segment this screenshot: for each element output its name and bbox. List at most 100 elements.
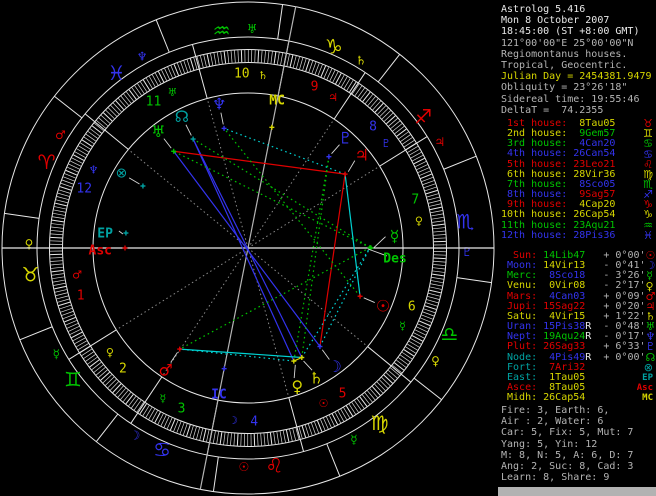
degree-tick — [52, 276, 65, 280]
degree-tick — [345, 405, 354, 417]
header-line: 121°00'00"E 25°00'00"N — [501, 37, 634, 49]
planet-icon: ⊗ — [643, 360, 653, 374]
degree-tick — [362, 394, 370, 405]
degree-tick — [89, 359, 100, 368]
degree-tick — [311, 61, 317, 74]
degree-tick — [87, 356, 98, 365]
sign-ruler-icon: ♃ — [434, 135, 445, 149]
degree-tick — [118, 98, 127, 108]
degree-tick — [432, 267, 445, 270]
header-line: Mon 8 October 2007 — [501, 15, 610, 27]
wheel-planet-icon-neptune: ♆ — [212, 94, 226, 113]
degree-tick — [123, 93, 132, 104]
wheel-planet-icon-saturn: ♄ — [309, 369, 323, 388]
degree-tick — [424, 186, 437, 192]
degree-tick — [430, 210, 443, 214]
sign-glyph-leo: ♌ — [265, 453, 283, 477]
degree-tick — [260, 50, 263, 63]
degree-tick — [432, 273, 445, 277]
degree-tick — [98, 369, 108, 378]
planet-pointer-line — [220, 112, 224, 125]
degree-tick — [100, 115, 111, 124]
bottom-scrollbar[interactable] — [498, 487, 656, 496]
degree-tick — [134, 85, 142, 96]
degree-tick — [56, 295, 69, 300]
degree-tick — [180, 61, 185, 74]
degree-tick — [131, 398, 139, 409]
sign-ruler-icon: ☿ — [53, 347, 60, 361]
degree-tick — [53, 209, 66, 213]
aspect-line-moon-jupiter — [319, 174, 346, 347]
house-cusp-value: 28Pis36 — [567, 229, 616, 241]
degree-tick — [433, 260, 446, 263]
degree-tick — [52, 212, 65, 216]
header-line: Astrolog 5.416 — [501, 4, 586, 15]
house-row: 12th house: 28Pis36 ♓ — [501, 229, 653, 241]
degree-tick — [126, 91, 134, 102]
degree-tick — [210, 53, 214, 66]
degree-tick — [56, 196, 69, 200]
degree-tick — [367, 390, 376, 401]
element-summary: Fire: 3, Earth: 6, Air : 2, Water: 6 Car: … — [501, 405, 633, 483]
degree-tick — [93, 364, 104, 373]
degree-tick — [273, 432, 276, 445]
daily-motion-value: + 0°00' — [591, 351, 646, 363]
sign-glyph-aries: ♈ — [38, 150, 56, 174]
sign-ruler-icon: ♄ — [356, 53, 367, 67]
degree-tick — [58, 301, 71, 307]
house-cusp-line-dotted — [247, 165, 380, 249]
degree-tick — [381, 377, 391, 386]
house-ruler-icon: ♃ — [328, 91, 338, 104]
header-line: Regiomontanus houses. — [501, 48, 628, 60]
house-cusp-line — [288, 397, 305, 452]
degree-tick — [383, 112, 394, 122]
degree-tick — [234, 50, 236, 63]
aspect-line-venus-pluto — [293, 156, 330, 362]
house-number-3: 3 — [178, 401, 186, 416]
house-cusp-line-dotted — [247, 247, 368, 347]
sign-ruler-icon: ☽ — [130, 429, 141, 443]
house-number-9: 9 — [311, 80, 319, 95]
degree-tick — [280, 52, 284, 65]
degree-tick — [429, 286, 442, 290]
degree-tick — [314, 63, 320, 75]
degree-tick — [213, 52, 217, 65]
degree-tick — [102, 374, 113, 384]
degree-tick — [301, 425, 307, 438]
degree-tick — [369, 98, 379, 109]
degree-tick — [433, 230, 446, 233]
house-cusp-list: 1st house: 8Tau05 ♉ 2nd house: 9Gem57 ♊ 3r… — [501, 118, 653, 241]
aspect-line-mercury-mars — [179, 247, 371, 350]
degree-tick — [59, 304, 72, 310]
degree-tick — [374, 383, 384, 394]
degree-tick — [385, 372, 396, 381]
degree-tick — [51, 226, 64, 229]
degree-tick — [51, 223, 64, 226]
degree-tick — [388, 118, 398, 127]
house-ruler-icon: ☿ — [160, 392, 167, 405]
sign-ruler-icon: ♅ — [247, 22, 258, 36]
planet-icon: EP — [642, 372, 653, 383]
sign-ruler-icon: ♆ — [137, 49, 148, 63]
angle-label-ic: IC — [211, 388, 227, 403]
degree-tick — [432, 220, 445, 223]
degree-tick — [396, 128, 407, 137]
planet-icon: Asc — [636, 383, 653, 394]
degree-tick — [131, 87, 140, 98]
wheel-planet-icon-fortune: ⊗ — [116, 165, 128, 181]
sign-boundary-line — [4, 212, 40, 219]
summary-line: Car: 5, Fix: 5, Mut: 7 — [501, 427, 634, 439]
house-cusp-line-dotted — [116, 247, 249, 331]
degree-tick — [364, 94, 374, 104]
degree-tick — [120, 390, 129, 400]
planet-label: Midh: — [501, 392, 538, 404]
wheel-planet-icon-uranus: ♅ — [151, 122, 165, 141]
house-number-12: 12 — [76, 182, 92, 197]
degree-tick — [427, 296, 440, 300]
sign-glyph-taurus: ♉ — [22, 262, 40, 286]
degree-tick — [400, 354, 411, 363]
degree-tick — [64, 316, 76, 323]
house-ruler-icon: ♄ — [258, 69, 268, 82]
aspect-line-venus-mars — [179, 348, 294, 362]
aspect-line-saturn-mercury — [301, 247, 371, 358]
